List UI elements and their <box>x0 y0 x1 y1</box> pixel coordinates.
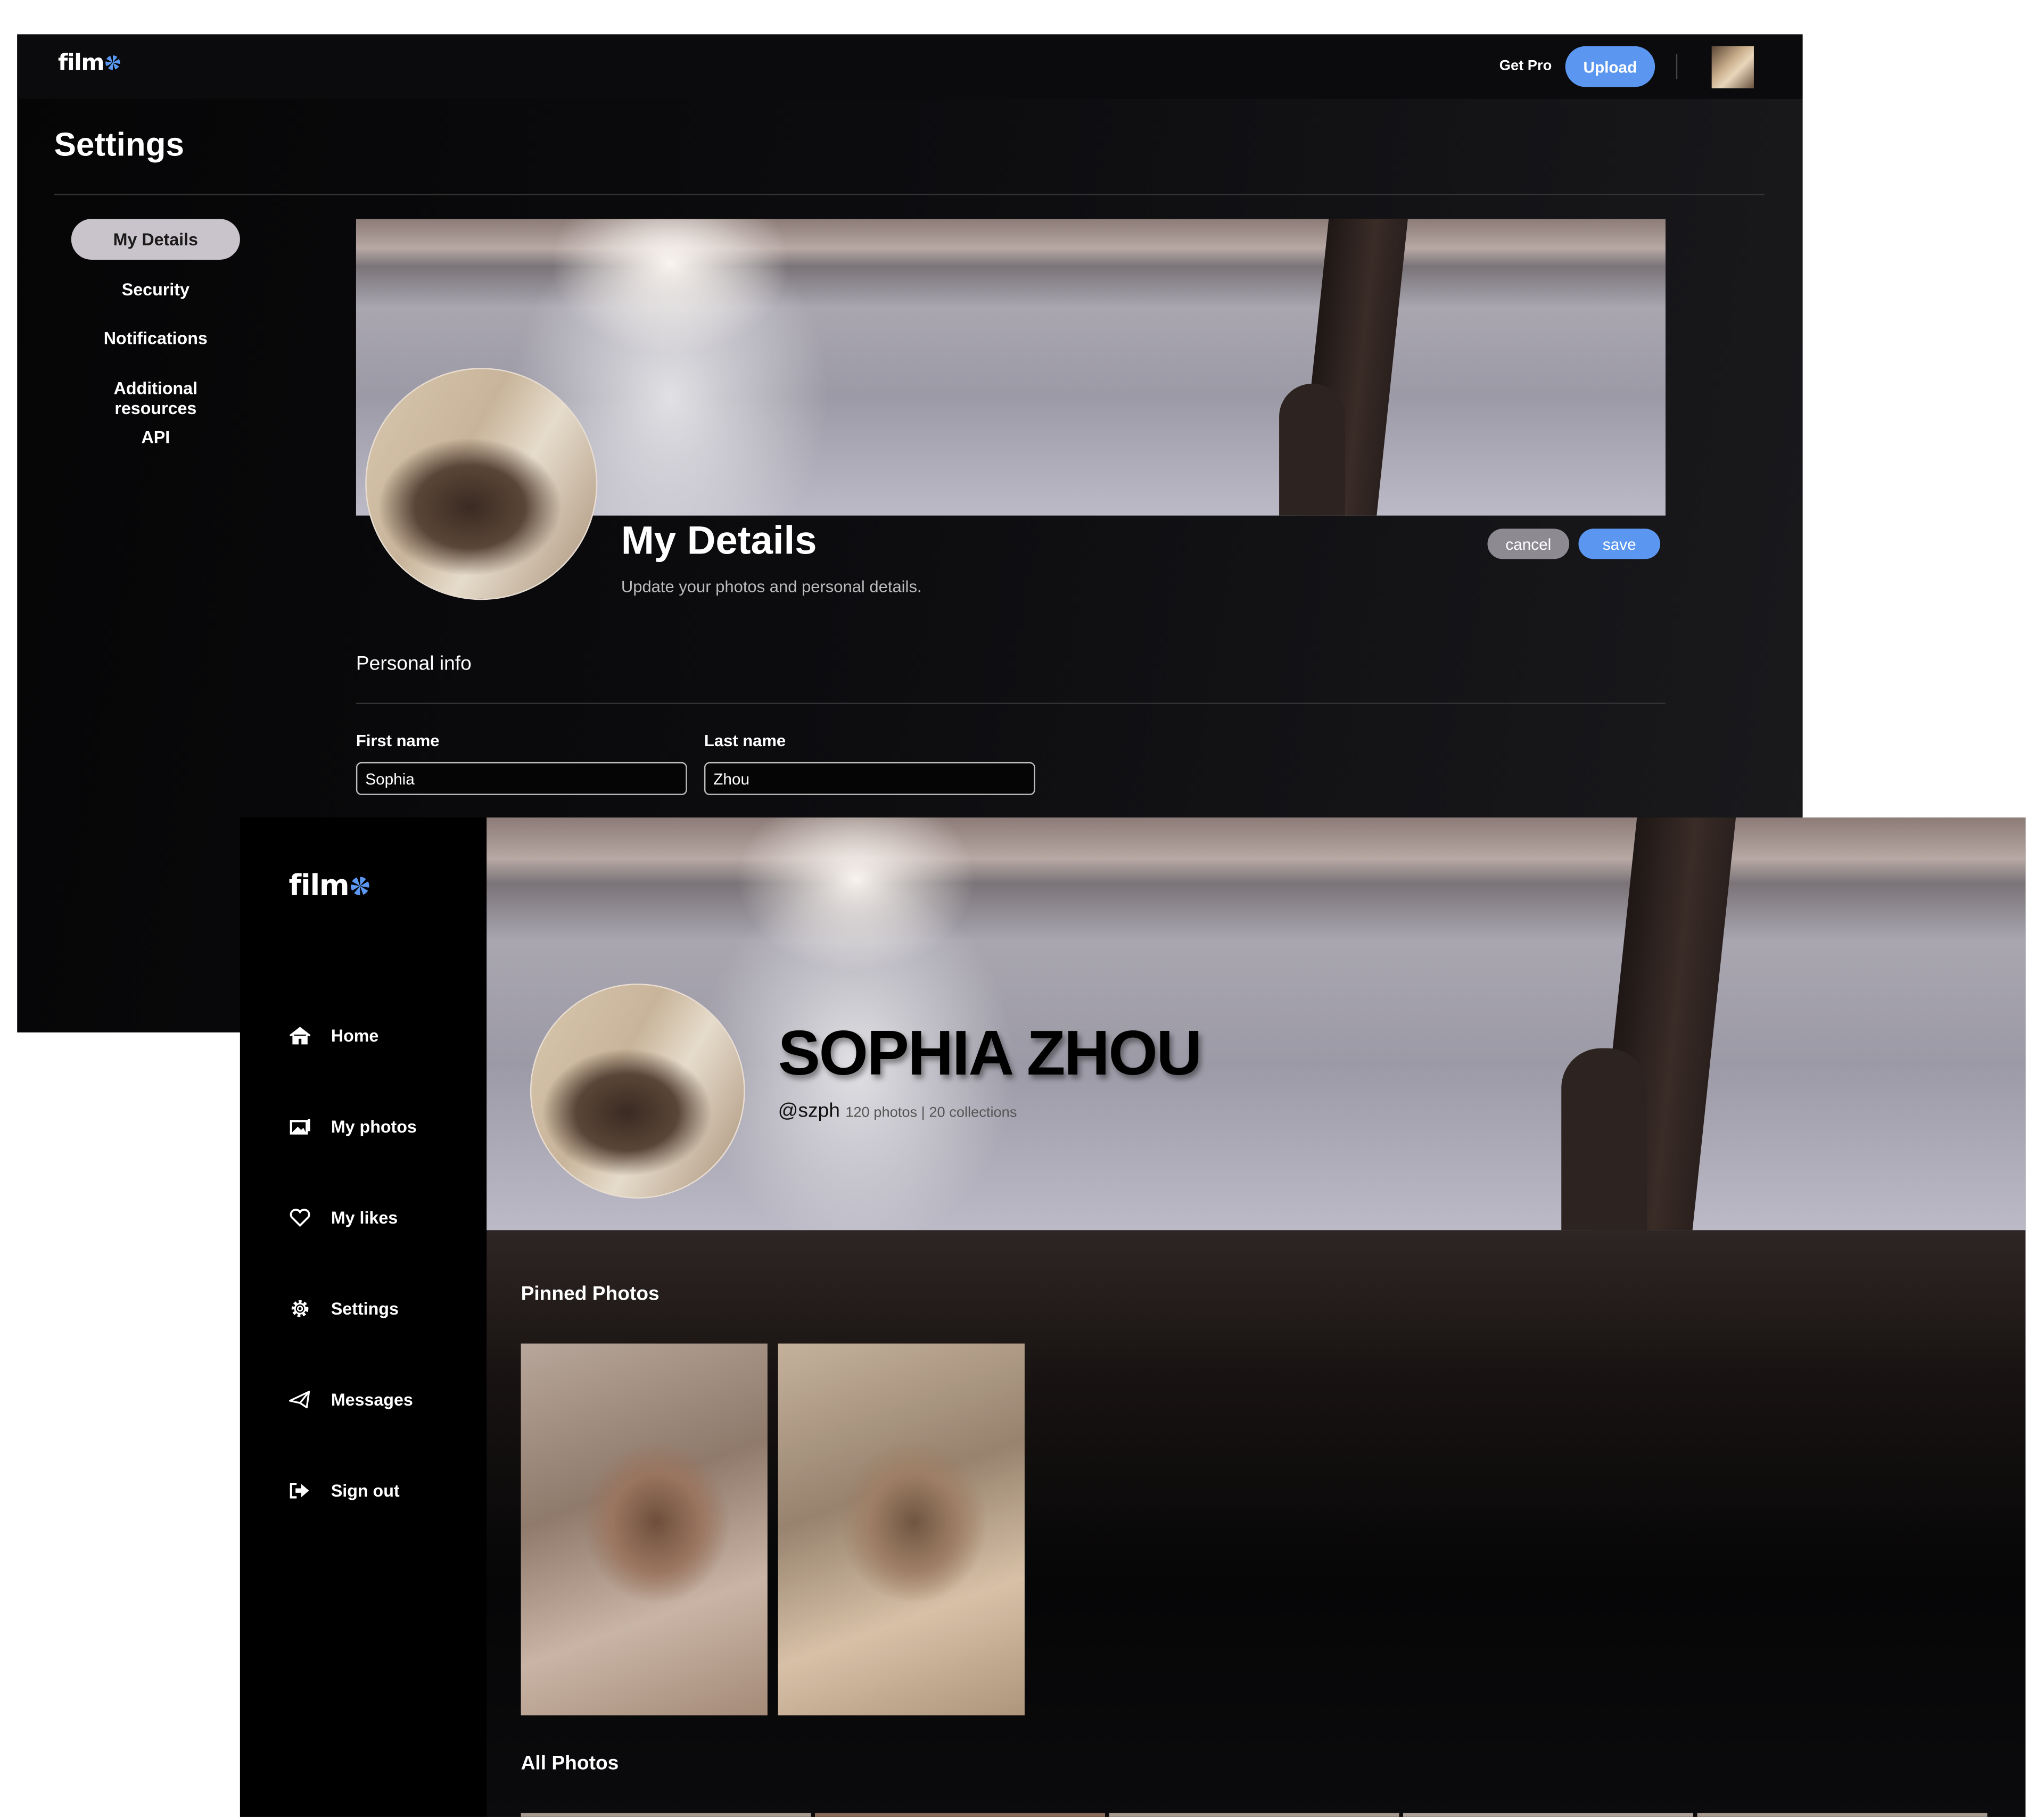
nav-label: Sign out <box>331 1481 400 1501</box>
nav-label: My likes <box>331 1208 398 1228</box>
photos-icon <box>290 1119 310 1135</box>
divider <box>1676 54 1678 79</box>
page-title: Settings <box>54 126 184 164</box>
divider <box>54 194 1765 195</box>
logo-text: film <box>58 50 104 77</box>
sidebar-item-my-photos[interactable]: My photos <box>289 1116 417 1138</box>
section-title: Personal info <box>356 653 472 675</box>
all-photos-title: All Photos <box>521 1752 619 1775</box>
user-avatar[interactable] <box>1711 46 1754 88</box>
profile-stats: 120 photos | 20 collections <box>845 1105 1017 1121</box>
nav-additional-resources[interactable]: Additional resources <box>71 378 240 418</box>
home-icon <box>289 1027 311 1045</box>
pinned-title: Pinned Photos <box>521 1283 660 1306</box>
profile-window: film Home My photos My likes Settings Me… <box>240 817 2026 1817</box>
last-name-label: Last name <box>704 731 786 750</box>
sidebar-item-messages[interactable]: Messages <box>289 1389 413 1411</box>
details-subtitle: Update your photos and personal details. <box>621 577 922 596</box>
divider <box>356 703 1666 704</box>
last-name-input[interactable]: Zhou <box>704 762 1035 795</box>
first-name-input[interactable]: Sophia <box>356 762 687 795</box>
upload-button[interactable]: Upload <box>1565 46 1655 87</box>
sign-out-icon <box>290 1482 309 1499</box>
photo-thumb[interactable] <box>815 1813 1106 1817</box>
cancel-button[interactable]: cancel <box>1487 528 1570 559</box>
sidebar-item-settings[interactable]: Settings <box>289 1298 399 1320</box>
paper-plane-icon <box>289 1391 310 1409</box>
pinned-photo[interactable] <box>521 1343 768 1716</box>
photo-thumb[interactable] <box>1109 1813 1399 1817</box>
sidebar-item-home[interactable]: Home <box>289 1025 379 1047</box>
logo[interactable]: film <box>289 870 369 903</box>
nav-my-details[interactable]: My Details <box>71 219 240 260</box>
details-heading: My Details <box>621 519 817 563</box>
logo-text: film <box>289 870 350 904</box>
nav-api[interactable]: API <box>71 427 240 447</box>
heart-icon <box>290 1208 310 1227</box>
nav-security[interactable]: Security <box>71 279 240 299</box>
profile-avatar <box>530 984 745 1199</box>
pinned-photo[interactable] <box>778 1343 1025 1716</box>
nav-label: Home <box>331 1026 379 1046</box>
profile-name: SOPHIA ZHOU <box>778 1019 1202 1089</box>
nav-label: Settings <box>331 1299 399 1319</box>
nav-notifications[interactable]: Notifications <box>71 328 240 348</box>
profile-handle: @szph <box>778 1100 840 1122</box>
profile-avatar[interactable] <box>365 368 598 600</box>
aperture-icon <box>105 55 120 70</box>
photo-thumb[interactable] <box>1403 1813 1693 1817</box>
figure <box>1279 383 1345 516</box>
logo[interactable]: film <box>58 50 120 77</box>
figure <box>1561 1048 1647 1230</box>
first-name-label: First name <box>356 731 440 750</box>
save-button[interactable]: save <box>1578 528 1661 559</box>
photo-thumb[interactable] <box>521 1813 811 1817</box>
top-bar: film Get Pro Upload <box>17 34 1803 99</box>
nav-label: Messages <box>331 1390 413 1410</box>
get-pro-link[interactable]: Get Pro <box>1499 58 1552 74</box>
aperture-icon <box>350 877 369 896</box>
sidebar-item-sign-out[interactable]: Sign out <box>289 1480 400 1502</box>
nav-label: My photos <box>331 1117 417 1137</box>
profile-meta: @szph 120 photos | 20 collections <box>778 1100 1017 1122</box>
gear-icon <box>291 1300 309 1317</box>
profile-content: Pinned Photos All Photos <box>487 1230 2026 1817</box>
photo-thumb[interactable] <box>1697 1813 1988 1817</box>
sidebar: film Home My photos My likes Settings Me… <box>240 817 487 1817</box>
sidebar-item-my-likes[interactable]: My likes <box>289 1207 398 1229</box>
